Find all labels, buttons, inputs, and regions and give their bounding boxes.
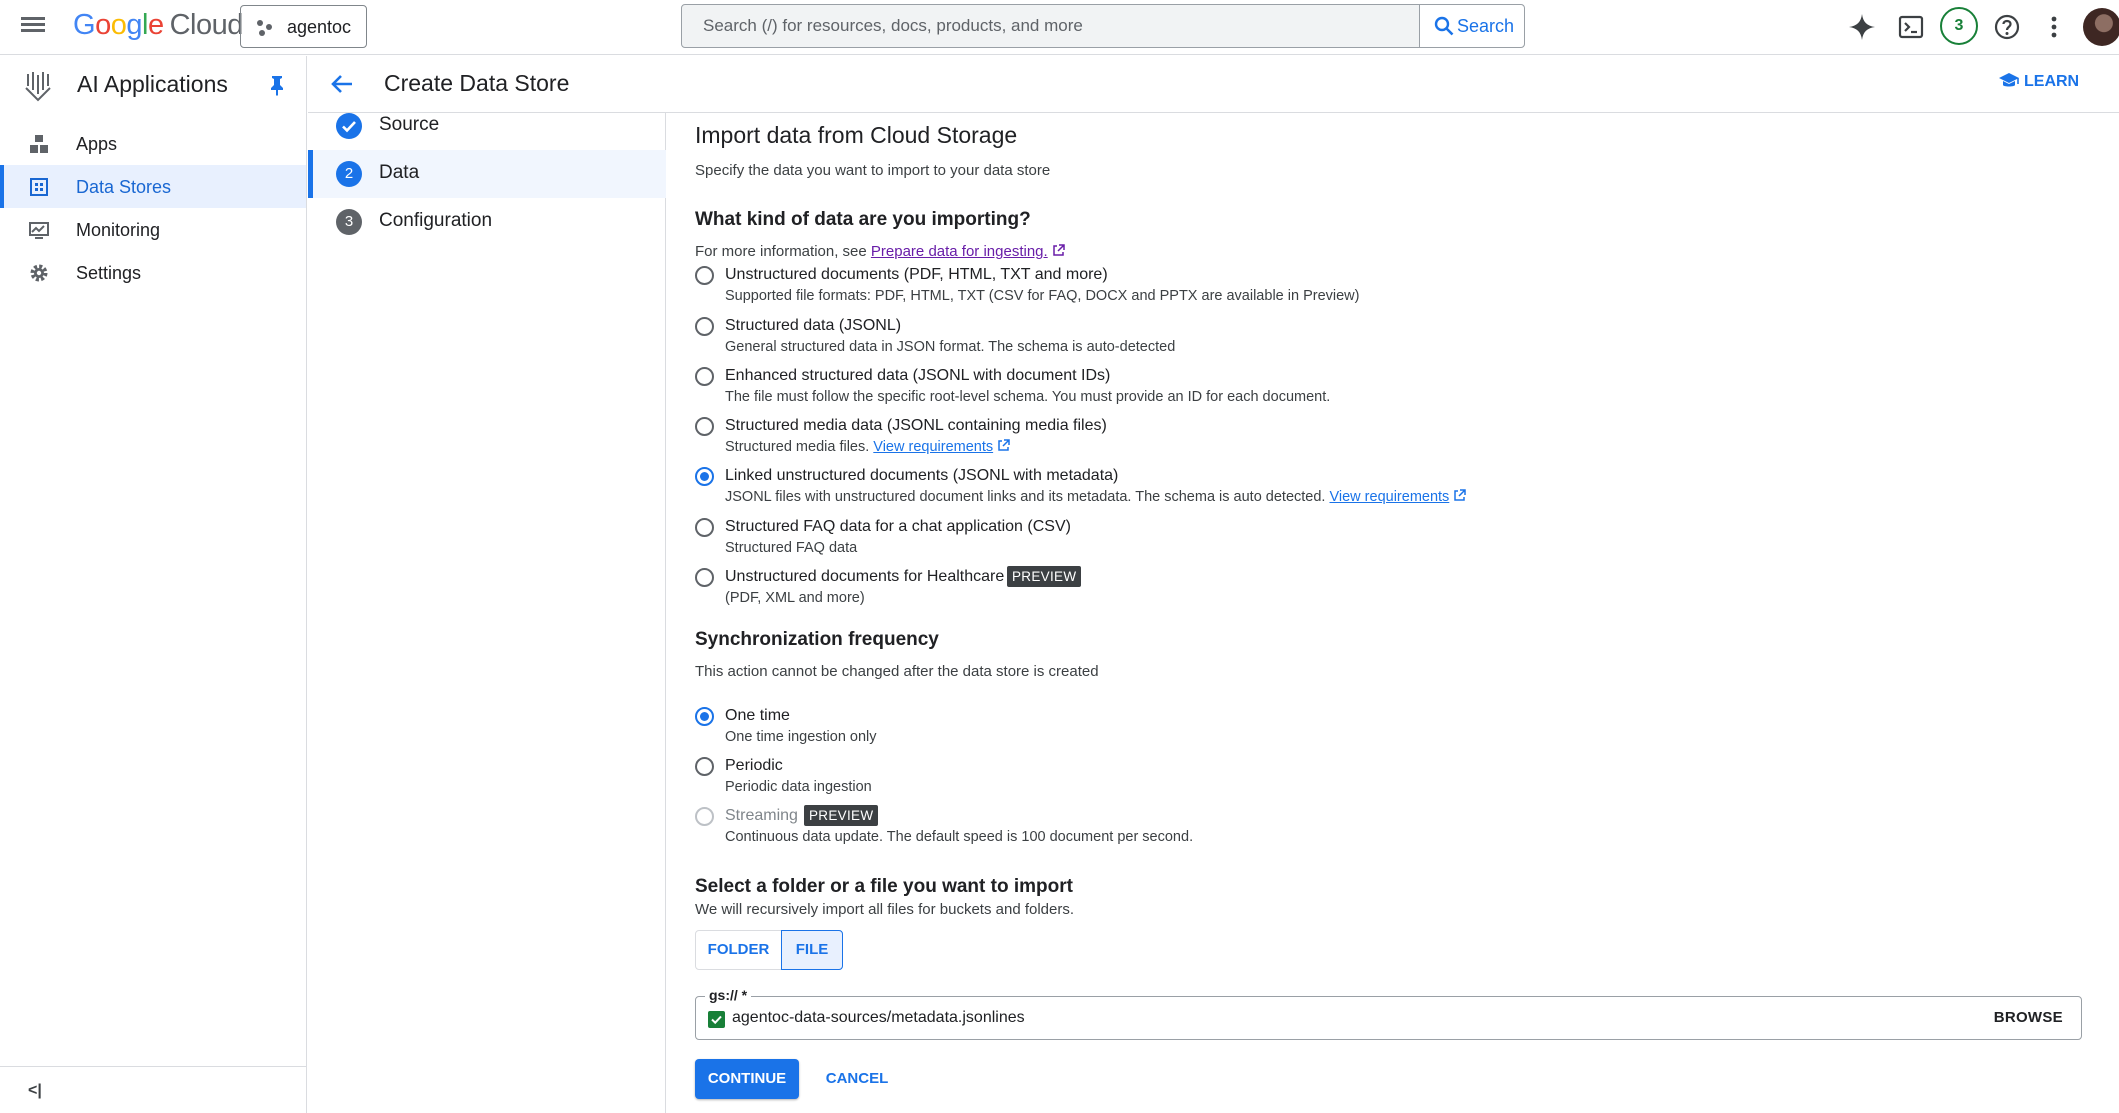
notifications-badge[interactable]: 3 xyxy=(1940,7,1978,45)
step-data[interactable]: 2 Data xyxy=(308,150,666,198)
radio-linked-unstructured-documents[interactable] xyxy=(695,467,714,486)
radio-structured-media-data[interactable] xyxy=(695,417,714,436)
sync-heading: Synchronization frequency xyxy=(695,629,939,650)
school-icon xyxy=(1999,73,2019,87)
option-label: Unstructured documents for Healthcare xyxy=(725,568,1005,585)
step-number: 3 xyxy=(336,209,362,235)
apps-icon xyxy=(30,135,48,153)
project-picker[interactable]: agentoc xyxy=(240,5,367,48)
continue-button[interactable]: CONTINUE xyxy=(695,1059,799,1099)
option-description: JSONL files with unstructured document l… xyxy=(725,489,1467,505)
option-description: Structured FAQ data xyxy=(725,540,858,556)
gear-icon xyxy=(30,264,48,282)
option-description: The file must follow the specific root-l… xyxy=(725,389,1331,405)
gcs-path-label: gs:// * xyxy=(705,987,752,1003)
prepare-data-link[interactable]: Prepare data for ingesting. xyxy=(871,243,1048,260)
preview-badge: PREVIEW xyxy=(1007,566,1082,587)
radio-one-time[interactable] xyxy=(695,707,714,726)
sidebar-item-monitoring[interactable]: Monitoring xyxy=(0,208,306,251)
data-kind-info: For more information, see Prepare data f… xyxy=(695,243,1065,260)
valid-check-icon xyxy=(708,1011,725,1028)
radio-structured-data[interactable] xyxy=(695,317,714,336)
help-icon[interactable] xyxy=(1990,10,2024,44)
gcs-path-field[interactable]: agentoc-data-sources/metadata.jsonlines … xyxy=(695,996,2082,1040)
data-kind-heading: What kind of data are you importing? xyxy=(695,209,1031,230)
stepper: Source 2 Data 3 Configuration xyxy=(308,113,666,1113)
step-number: 2 xyxy=(336,161,362,187)
project-name: agentoc xyxy=(287,17,352,37)
menu-icon[interactable] xyxy=(20,14,46,40)
sidebar-item-apps[interactable]: Apps xyxy=(0,122,306,165)
cloud-shell-icon[interactable] xyxy=(1894,10,1928,44)
option-description: General structured data in JSON format. … xyxy=(725,339,1176,355)
check-icon xyxy=(336,113,362,139)
external-link-icon xyxy=(1454,489,1467,501)
search-button[interactable]: Search xyxy=(1419,5,1524,47)
option-label: Structured FAQ data for a chat applicati… xyxy=(725,518,1071,535)
preview-badge: PREVIEW xyxy=(804,805,879,826)
option-label: Periodic xyxy=(725,757,783,774)
file-toggle-button[interactable]: FILE xyxy=(781,930,843,970)
option-description: Supported file formats: PDF, HTML, TXT (… xyxy=(725,288,1360,304)
step-source[interactable]: Source xyxy=(308,102,666,150)
project-icon xyxy=(257,20,273,36)
product-title: AI Applications xyxy=(77,71,228,97)
external-link-icon xyxy=(1052,244,1065,256)
pin-icon[interactable] xyxy=(268,74,286,96)
folder-toggle-button[interactable]: FOLDER xyxy=(696,931,781,969)
radio-streaming xyxy=(695,807,714,826)
back-arrow-icon[interactable] xyxy=(328,70,356,98)
gcs-path-value[interactable]: agentoc-data-sources/metadata.jsonlines xyxy=(732,1009,1025,1027)
left-nav: AI Applications Apps Data Stores Monitor… xyxy=(0,56,307,1113)
top-bar: GoogleCloud agentoc Search 3 xyxy=(0,0,2119,55)
option-label: Linked unstructured documents (JSONL wit… xyxy=(725,467,1119,484)
radio-enhanced-structured-data[interactable] xyxy=(695,367,714,386)
sync-description: This action cannot be changed after the … xyxy=(695,663,1099,680)
step-configuration[interactable]: 3 Configuration xyxy=(308,198,666,246)
option-label: Enhanced structured data (JSONL with doc… xyxy=(725,367,1111,384)
view-requirements-link[interactable]: View requirements xyxy=(1329,489,1449,505)
ai-applications-icon xyxy=(25,72,51,102)
search-icon xyxy=(1434,16,1454,36)
gemini-sparkle-icon[interactable] xyxy=(1845,10,1879,44)
data-stores-icon xyxy=(30,178,48,196)
option-description: (PDF, XML and more) xyxy=(725,590,865,606)
main-content: Import data from Cloud Storage Specify t… xyxy=(667,113,2119,1113)
option-description: Periodic data ingestion xyxy=(725,779,872,795)
page-title: Create Data Store xyxy=(384,70,570,96)
learn-button[interactable]: LEARN xyxy=(1999,73,2079,91)
sidebar-item-data-stores[interactable]: Data Stores xyxy=(0,165,306,208)
view-requirements-link[interactable]: View requirements xyxy=(873,439,993,455)
option-description: Continuous data update. The default spee… xyxy=(725,829,1194,845)
browse-button[interactable]: BROWSE xyxy=(1994,1009,2063,1026)
option-label: Streaming xyxy=(725,807,798,824)
option-label: Structured data (JSONL) xyxy=(725,317,902,334)
more-vert-icon[interactable] xyxy=(2037,10,2071,44)
radio-unstructured-documents[interactable] xyxy=(695,266,714,285)
radio-structured-faq-data[interactable] xyxy=(695,518,714,537)
section-title: Import data from Cloud Storage xyxy=(695,122,1018,148)
section-subtitle: Specify the data you want to import to y… xyxy=(695,162,1051,179)
select-source-heading: Select a folder or a file you want to im… xyxy=(695,876,1073,897)
folder-file-toggle: FOLDER FILE xyxy=(695,930,843,970)
search-input[interactable] xyxy=(682,5,1419,47)
radio-periodic[interactable] xyxy=(695,757,714,776)
option-label: One time xyxy=(725,707,790,724)
select-source-description: We will recursively import all files for… xyxy=(695,901,1075,918)
monitoring-icon xyxy=(29,222,49,239)
external-link-icon xyxy=(998,439,1010,451)
avatar[interactable] xyxy=(2083,8,2119,46)
option-label: Unstructured documents (PDF, HTML, TXT a… xyxy=(725,266,1108,283)
google-cloud-logo[interactable]: Google Cloud xyxy=(73,9,243,42)
option-description: One time ingestion only xyxy=(725,729,877,745)
sidebar-item-settings[interactable]: Settings xyxy=(0,251,306,294)
radio-healthcare-documents[interactable] xyxy=(695,568,714,587)
collapse-icon: <| xyxy=(28,1082,42,1099)
option-label: Structured media data (JSONL containing … xyxy=(725,417,1107,434)
search-bar: Search xyxy=(681,4,1525,48)
collapse-nav-button[interactable]: <| xyxy=(0,1066,306,1113)
option-description: Structured media files. View requirement… xyxy=(725,439,1010,455)
cancel-button[interactable]: CANCEL xyxy=(817,1059,897,1099)
